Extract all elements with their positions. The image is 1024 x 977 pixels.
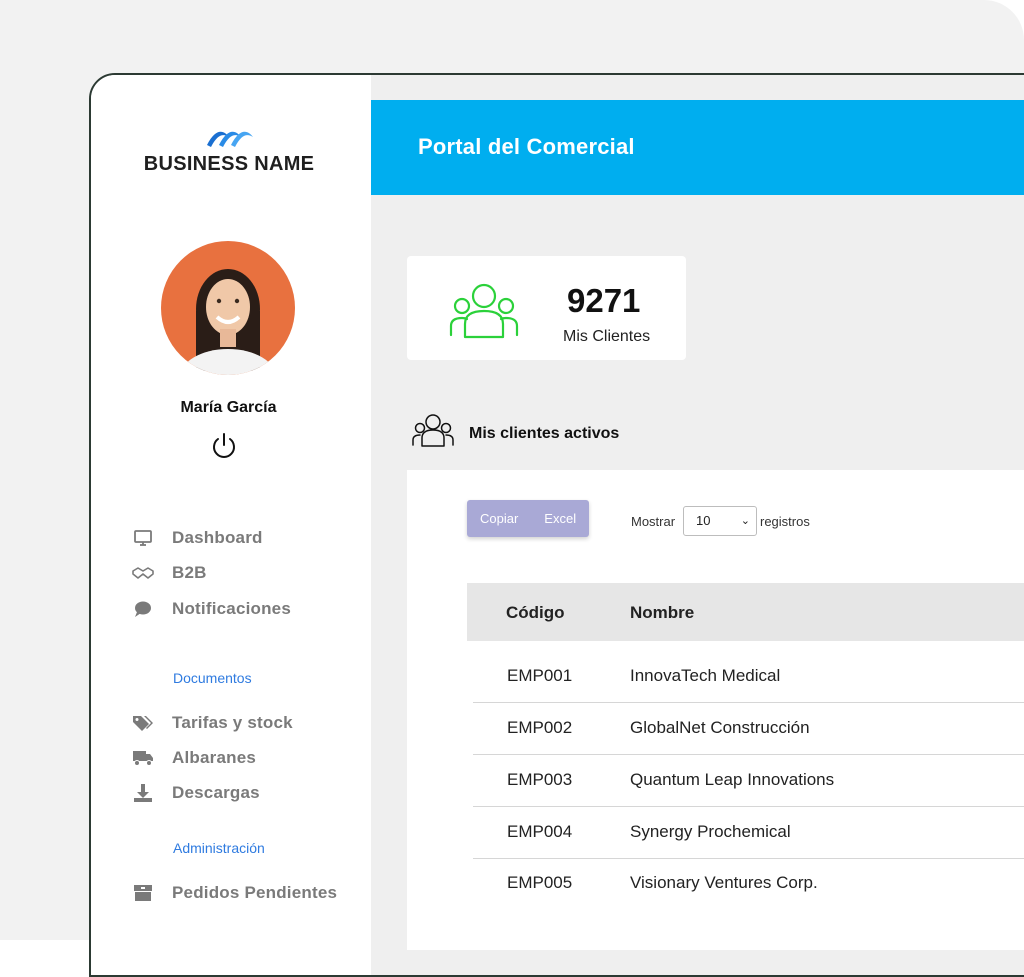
page-size-select[interactable]: 10 ⌄ <box>683 506 757 536</box>
section-title: Mis clientes activos <box>469 424 620 442</box>
avatar <box>161 241 295 375</box>
logout-power-icon[interactable] <box>209 431 239 461</box>
main-content: Portal del Comercial 9271 Mis Clientes M… <box>371 75 1024 975</box>
sidebar-item-label: Albaranes <box>172 748 257 767</box>
cell-codigo: EMP004 <box>507 822 573 841</box>
excel-button[interactable]: Excel <box>531 500 589 537</box>
users-outline-icon <box>411 413 455 454</box>
records-label: registros <box>760 514 810 529</box>
table-row[interactable]: EMP004 Synergy Prochemical <box>473 807 1024 859</box>
sidebar-item-label: Notificaciones <box>172 599 291 618</box>
truck-icon <box>131 746 155 770</box>
section-header: Mis clientes activos <box>411 413 619 454</box>
cell-codigo: EMP005 <box>507 873 573 892</box>
table-row[interactable]: EMP005 Visionary Ventures Corp. <box>473 858 1024 910</box>
wave-logo-icon <box>207 131 253 147</box>
cell-codigo: EMP001 <box>507 666 573 685</box>
chevron-down-icon: ⌄ <box>740 515 750 527</box>
page-title: Portal del Comercial <box>418 134 635 159</box>
table-row[interactable]: EMP001 InnovaTech Medical <box>473 651 1024 703</box>
sidebar-item-notificaciones[interactable]: Notificaciones <box>131 595 291 623</box>
page-size-value: 10 <box>696 513 711 528</box>
handshake-icon <box>131 561 155 585</box>
cell-codigo: EMP003 <box>507 770 573 789</box>
copy-button[interactable]: Copiar <box>467 500 531 537</box>
sidebar-item-albaranes[interactable]: Albaranes <box>131 744 256 772</box>
show-label: Mostrar <box>631 514 676 529</box>
clients-table-card: Copiar Excel Mostrar 10 ⌄ registros Códi… <box>407 470 1024 950</box>
section-label-documentos: Documentos <box>173 670 252 686</box>
cell-nombre: InnovaTech Medical <box>630 666 781 685</box>
cell-nombre: Quantum Leap Innovations <box>630 770 835 789</box>
app-window: BUSINESS NAME María García Dashboard B2B… <box>89 73 1024 977</box>
users-group-icon <box>447 282 521 345</box>
sidebar-item-label: Pedidos Pendientes <box>172 883 338 902</box>
sidebar-item-descargas[interactable]: Descargas <box>131 779 260 807</box>
table-row[interactable]: EMP002 GlobalNet Construcción <box>473 703 1024 755</box>
cell-codigo: EMP002 <box>507 718 573 737</box>
cell-nombre: GlobalNet Construcción <box>630 718 810 737</box>
brand-logo[interactable]: BUSINESS NAME <box>139 123 319 178</box>
tags-icon <box>131 711 155 735</box>
cell-nombre: Visionary Ventures Corp. <box>630 873 818 892</box>
monitor-icon <box>131 526 155 550</box>
sidebar-item-b2b[interactable]: B2B <box>131 559 207 587</box>
sidebar-item-label: Descargas <box>172 783 260 802</box>
sidebar-item-label: Tarifas y stock <box>172 713 293 732</box>
user-name: María García <box>180 399 277 416</box>
table-row[interactable]: EMP003 Quantum Leap Innovations <box>473 755 1024 807</box>
stat-card-clients[interactable]: 9271 Mis Clientes <box>407 256 686 360</box>
export-button-group: Copiar Excel <box>467 500 590 537</box>
sidebar-item-tarifas[interactable]: Tarifas y stock <box>131 709 293 737</box>
sidebar-item-pedidos-pendientes[interactable]: Pedidos Pendientes <box>131 879 337 907</box>
section-label-administracion: Administración <box>173 840 265 856</box>
box-icon <box>131 881 155 905</box>
stat-value: 9271 <box>567 282 641 319</box>
brand-name: BUSINESS NAME <box>143 153 315 175</box>
sidebar: BUSINESS NAME María García Dashboard B2B… <box>91 75 371 975</box>
stat-label: Mis Clientes <box>563 328 651 345</box>
sidebar-item-label: Dashboard <box>172 528 263 547</box>
sidebar-item-label: B2B <box>172 563 207 582</box>
column-header-nombre[interactable]: Nombre <box>630 603 694 623</box>
sidebar-item-dashboard[interactable]: Dashboard <box>131 524 263 552</box>
header-bar: Portal del Comercial <box>371 100 1024 195</box>
table-header: Código Nombre <box>467 583 1024 641</box>
column-header-codigo[interactable]: Código <box>506 603 565 623</box>
chat-bubble-icon <box>131 597 155 621</box>
cell-nombre: Synergy Prochemical <box>630 822 791 841</box>
download-icon <box>131 781 155 805</box>
